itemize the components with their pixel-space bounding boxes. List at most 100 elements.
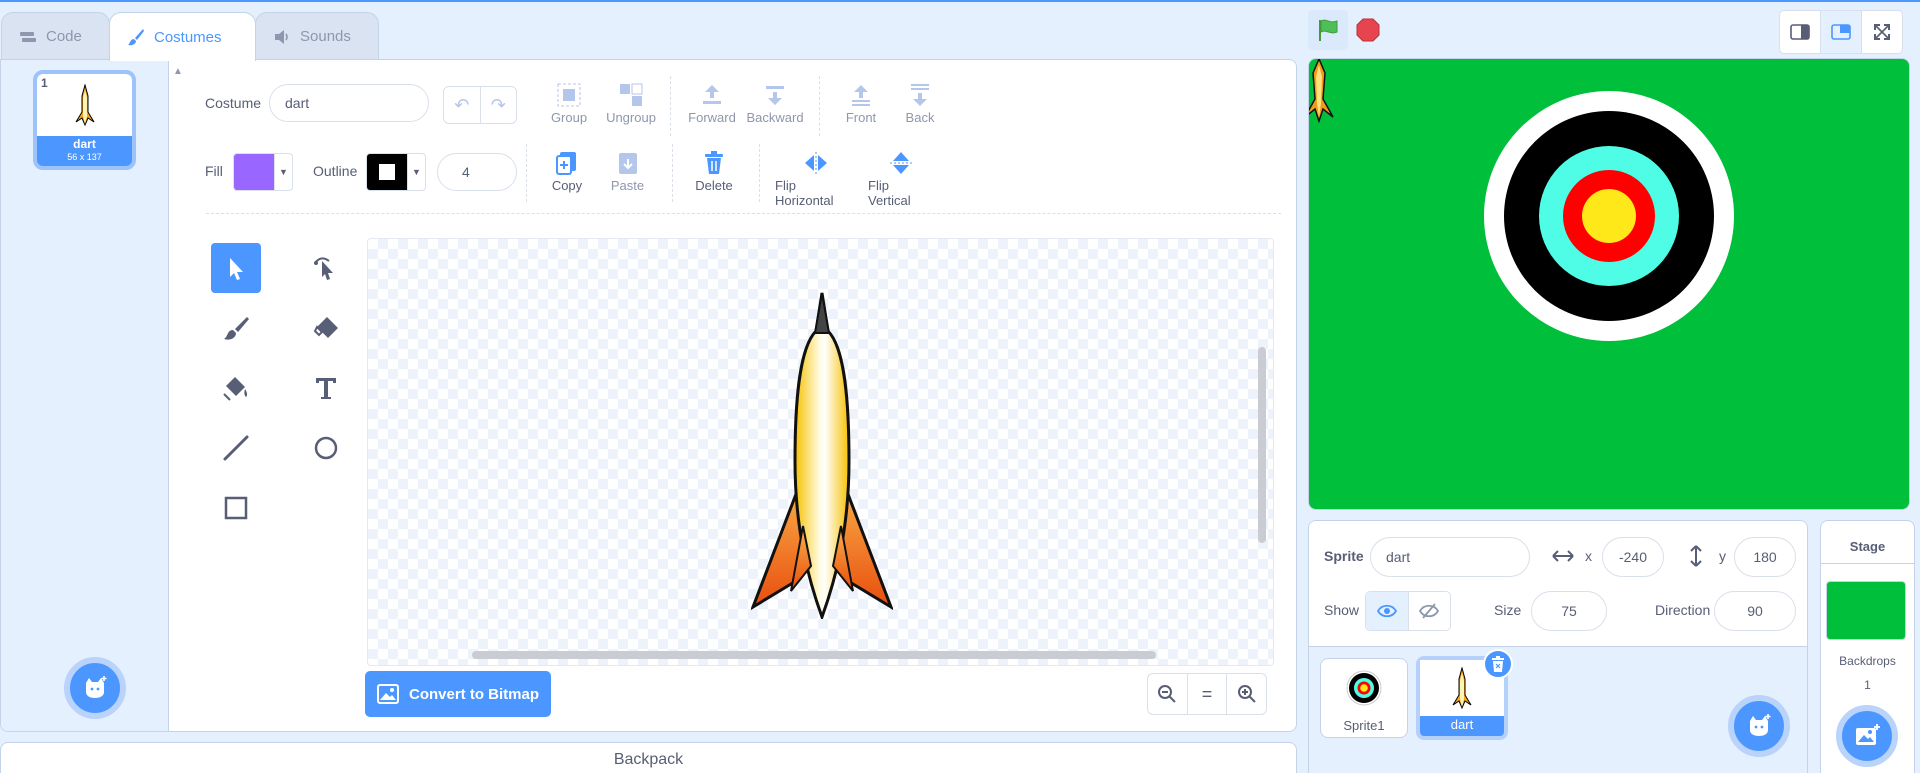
sprite-tile-sprite1[interactable]: Sprite1 <box>1320 658 1408 738</box>
outline-color-picker[interactable]: ▼ <box>366 153 426 191</box>
choose-backdrop-button[interactable] <box>1836 705 1898 767</box>
fill-color-picker[interactable]: ▼ <box>233 153 293 191</box>
front-button[interactable]: Front <box>844 80 878 125</box>
small-stage-icon[interactable] <box>1780 11 1820 53</box>
stop-button[interactable] <box>1348 10 1388 50</box>
sprite-name: dart <box>1450 717 1474 732</box>
forward-button[interactable]: Forward <box>688 80 736 125</box>
rectangle-icon <box>224 496 248 520</box>
fullscreen-icon[interactable] <box>1861 11 1902 53</box>
flip-horizontal-icon <box>805 152 827 174</box>
backward-icon <box>766 86 784 105</box>
sprite-name-input[interactable]: dart <box>1370 537 1530 577</box>
choose-sprite-button[interactable] <box>1728 695 1790 757</box>
undo-icon[interactable]: ↶ <box>444 87 480 123</box>
copy-icon <box>556 152 576 175</box>
backdrops-label: Backdrops <box>1839 654 1896 668</box>
zoom-out-icon[interactable] <box>1148 674 1187 714</box>
dart-costume-image <box>751 292 893 619</box>
ungroup-icon <box>620 83 643 106</box>
x-input[interactable]: -240 <box>1602 537 1664 577</box>
cat-add-icon <box>86 676 107 698</box>
text-icon <box>316 378 336 399</box>
y-input[interactable]: 180 <box>1734 537 1796 577</box>
delete-button[interactable]: Delete <box>695 148 733 193</box>
convert-to-bitmap-button[interactable]: Convert to Bitmap <box>365 671 551 717</box>
costume-thumbnail <box>37 74 132 136</box>
tab-sounds-label: Sounds <box>300 28 351 45</box>
select-arrow-icon <box>230 258 243 280</box>
brush-tool[interactable] <box>211 303 261 353</box>
circle-icon <box>314 436 338 460</box>
normal-stage-icon[interactable] <box>1820 11 1861 53</box>
tab-costumes[interactable]: Costumes <box>109 12 256 61</box>
tab-sounds[interactable]: Sounds <box>255 12 379 60</box>
trash-icon <box>1492 656 1504 672</box>
costume-editor-panel: 1 dart 56 x 137 ▲ Costume dart ↶ ↷ Group… <box>0 59 1297 732</box>
outline-swatch <box>367 154 407 190</box>
show-eye-icon[interactable] <box>1366 592 1408 630</box>
back-icon <box>911 84 929 106</box>
target-sprite <box>1484 91 1734 341</box>
undo-redo-group: ↶ ↷ <box>443 86 517 124</box>
tab-code[interactable]: Code <box>1 12 110 60</box>
trash-icon <box>705 151 723 174</box>
group-button[interactable]: Group <box>551 80 587 125</box>
tab-costumes-label: Costumes <box>154 28 222 46</box>
hide-eye-icon[interactable] <box>1407 592 1451 630</box>
backpack-panel[interactable]: Backpack <box>0 742 1297 773</box>
costume-name: dart <box>73 137 96 151</box>
fill-dropdown-arrow-icon: ▼ <box>274 154 292 190</box>
direction-label: Direction <box>1655 602 1711 618</box>
zoom-in-icon[interactable] <box>1226 674 1266 714</box>
delete-sprite-button[interactable] <box>1483 649 1513 679</box>
paste-button[interactable]: Paste <box>610 148 645 193</box>
direction-input[interactable]: 90 <box>1714 591 1796 631</box>
eraser-icon <box>313 317 338 338</box>
zoom-controls: = <box>1147 673 1267 715</box>
horizontal-arrows-icon <box>1552 550 1574 562</box>
sprite-label: Sprite <box>1324 548 1364 564</box>
group-icon <box>557 83 581 107</box>
tab-code-label: Code <box>46 28 82 45</box>
flip-vertical-button[interactable]: Flip Vertical <box>868 148 934 208</box>
stage-selector[interactable]: Stage Backdrops 1 <box>1820 520 1915 773</box>
costume-tile[interactable]: 1 dart 56 x 137 <box>33 70 136 170</box>
stage-canvas[interactable] <box>1308 58 1910 510</box>
sprite-info: Sprite dart x -240 y 180 Show Size 75 Di… <box>1309 521 1807 647</box>
outline-width-input[interactable]: 4 <box>437 153 517 191</box>
copy-button[interactable]: Copy <box>551 148 583 193</box>
zoom-reset-button[interactable]: = <box>1186 674 1227 714</box>
reshape-tool[interactable] <box>301 243 351 293</box>
ungroup-button[interactable]: Ungroup <box>606 80 656 125</box>
line-tool[interactable] <box>211 423 261 473</box>
size-label: Size <box>1494 602 1522 618</box>
stage-thumbnail <box>1826 581 1906 640</box>
backward-button[interactable]: Backward <box>746 80 804 125</box>
rectangle-tool[interactable] <box>211 483 261 533</box>
fill-tool[interactable] <box>211 363 261 413</box>
canvas-horizontal-scrollbar[interactable] <box>472 651 1156 659</box>
redo-icon[interactable]: ↷ <box>479 87 517 123</box>
flip-horizontal-button[interactable]: Flip Horizontal <box>775 148 857 208</box>
stop-sign-icon <box>1356 18 1380 42</box>
eraser-tool[interactable] <box>301 303 351 353</box>
costume-number: 1 <box>41 76 48 90</box>
fill-label: Fill <box>205 163 223 179</box>
green-flag-button[interactable] <box>1308 10 1348 50</box>
bitmap-image-icon <box>377 684 399 704</box>
paint-canvas[interactable] <box>367 238 1274 666</box>
front-icon <box>852 85 870 106</box>
select-tool[interactable] <box>211 243 261 293</box>
scroll-up-arrow[interactable]: ▲ <box>173 66 183 77</box>
backdrops-count: 1 <box>1864 678 1871 692</box>
choose-costume-button[interactable] <box>64 657 126 719</box>
back-button[interactable]: Back <box>904 80 936 125</box>
forward-icon <box>703 85 721 104</box>
circle-tool[interactable] <box>301 423 351 473</box>
canvas-vertical-scrollbar[interactable] <box>1258 347 1266 543</box>
text-tool[interactable] <box>301 363 351 413</box>
target-thumbnail <box>1346 670 1382 706</box>
costume-name-input[interactable]: dart <box>269 84 429 122</box>
size-input[interactable]: 75 <box>1531 591 1607 631</box>
